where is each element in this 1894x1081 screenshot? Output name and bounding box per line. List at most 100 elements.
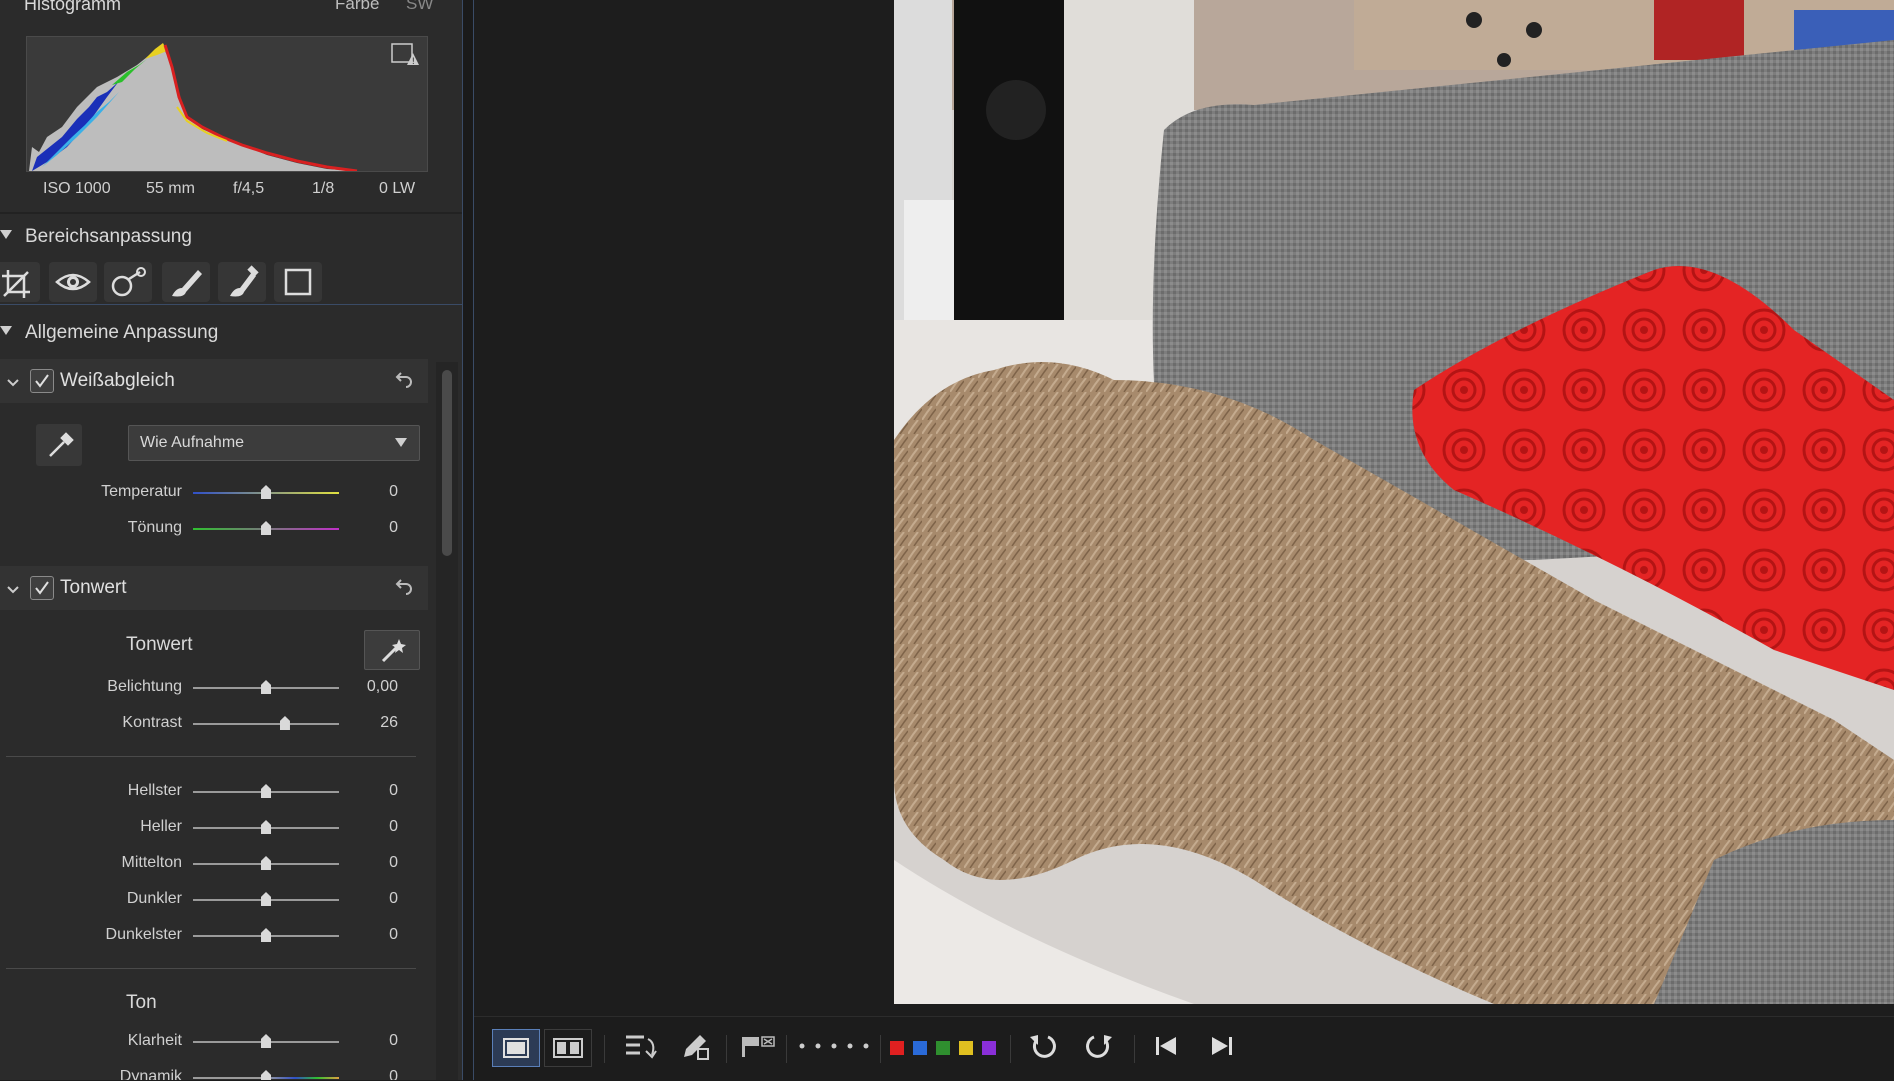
toolbar-separator [1010,1035,1011,1063]
svg-text:!: ! [412,57,416,67]
slider-value[interactable]: 0 [389,483,398,501]
section-title: Allgemeine Anpassung [25,322,219,343]
slider-label: Dynamik [119,1068,182,1080]
slider-handle[interactable] [261,521,271,535]
separator-line [6,756,416,757]
divider [0,304,462,305]
histogram-tab-sw[interactable]: SW [406,0,433,14]
slider-row: Hellster 0 [0,777,428,807]
slider-value[interactable]: 0 [389,926,398,944]
slider-handle[interactable] [261,485,271,499]
slider-label: Kontrast [122,714,182,731]
chevron-down-icon[interactable] [6,375,20,393]
star-rating[interactable] [796,1029,872,1070]
slider-value[interactable]: 0 [389,890,398,908]
brush-eraser-tool-button[interactable] [218,262,266,302]
slider-handle[interactable] [261,1070,271,1080]
auto-tone-wand-button[interactable] [364,630,420,670]
color-label-swatch[interactable] [890,1041,904,1055]
undo-list-icon[interactable] [622,1029,662,1070]
white-balance-preset-select[interactable]: Wie Aufnahme [128,425,420,461]
color-label-swatch[interactable] [982,1041,996,1055]
panel-scrollbar-thumb[interactable] [442,370,452,556]
reset-icon[interactable] [392,369,414,396]
color-label-swatch[interactable] [913,1041,927,1055]
slider-value[interactable]: 26 [380,714,398,732]
slider-value[interactable]: 0 [389,1032,398,1050]
slider-handle[interactable] [261,820,271,834]
histogram-tab-farbe[interactable]: Farbe [335,0,379,14]
exif-info: ISO 1000 55 mm f/4,5 1/8 0 LW [26,178,426,200]
bottom-toolbar [474,1016,1894,1081]
histogram-title: Histogramm [24,0,122,14]
section-bereichsanpassung[interactable]: Bereichsanpassung [0,216,462,256]
dropdown-arrow-icon [395,438,407,447]
slider-handle[interactable] [261,928,271,942]
slider-label: Temperatur [101,483,182,500]
slider-label: Tönung [127,519,182,536]
chevron-down-icon[interactable] [6,582,20,600]
slider-value[interactable]: 0 [389,782,398,800]
slider-row: Heller 0 [0,813,428,843]
color-label-swatch[interactable] [959,1041,973,1055]
color-label-swatch[interactable] [936,1041,950,1055]
flag-icon[interactable] [738,1029,778,1070]
histogram-graph: ! [26,36,428,173]
divider [0,212,462,214]
clipping-warning-icon[interactable]: ! [391,43,421,72]
weissabgleich-checkbox[interactable] [30,369,54,393]
next-image-icon[interactable] [1204,1029,1240,1070]
rotate-left-icon[interactable] [1026,1029,1062,1070]
edit-pencil-icon[interactable] [678,1029,714,1070]
white-balance-eyedropper-button[interactable] [36,424,82,466]
single-view-button[interactable] [492,1029,540,1067]
slider-label: Dunkelster [105,926,182,943]
slider-handle[interactable] [261,680,271,694]
compare-view-button[interactable] [544,1029,592,1067]
previous-image-icon[interactable] [1148,1029,1184,1070]
section-title: Bereichsanpassung [25,226,192,247]
slider-handle[interactable] [261,856,271,870]
exif-ev: 0 LW [379,180,416,197]
slider-value[interactable]: 0 [389,1068,398,1080]
photo-preview[interactable] [894,0,1894,1004]
brush-tool-button[interactable] [162,262,210,302]
slider-row: Temperatur 0 [0,478,428,508]
separator-line [6,968,416,969]
exif-shutter: 1/8 [312,180,335,197]
slider-row: Tönung 0 [0,514,428,544]
slider-value[interactable]: 0 [389,519,398,537]
panel-splitter[interactable] [462,0,474,1080]
slider-handle[interactable] [261,1034,271,1048]
histogram-header: Histogramm Farbe SW [0,0,462,22]
toolbar-separator [880,1035,881,1063]
slider-label: Belichtung [107,678,182,695]
slider-label: Heller [140,818,182,835]
slider-value[interactable]: 0 [389,818,398,836]
toolbar-separator [726,1035,727,1063]
slider-row: Dynamik 0 [0,1063,428,1080]
slider-label: Mittelton [121,854,182,871]
slider-value[interactable]: 0,00 [367,678,398,696]
tonwert-header[interactable]: Tonwert [0,566,428,610]
crop-tool-button[interactable] [0,262,40,302]
slider-row: Dunkler 0 [0,885,428,915]
slider-label: Dunkler [126,890,182,907]
gradient-filter-tool-button[interactable] [274,262,322,302]
tonwert-checkbox[interactable] [30,576,54,600]
slider-handle[interactable] [279,716,290,730]
slider-handle[interactable] [261,892,271,906]
reset-icon[interactable] [392,576,414,603]
section-allgemeine-anpassung[interactable]: Allgemeine Anpassung [0,312,462,352]
spot-removal-tool-button[interactable] [104,262,152,302]
slider-row: Belichtung 0,00 [0,673,428,703]
slider-track[interactable] [193,723,339,725]
slider-value[interactable]: 0 [389,854,398,872]
adjustment-panel: Histogramm Farbe SW ! ISO 1000 55 mm f/4… [0,0,462,1080]
red-eye-tool-button[interactable] [49,262,97,302]
weissabgleich-header[interactable]: Weißabgleich [0,359,428,403]
collapse-triangle-icon [0,230,12,239]
rotate-right-icon[interactable] [1080,1029,1116,1070]
slider-handle[interactable] [261,784,271,798]
toolbar-separator [1134,1035,1135,1063]
